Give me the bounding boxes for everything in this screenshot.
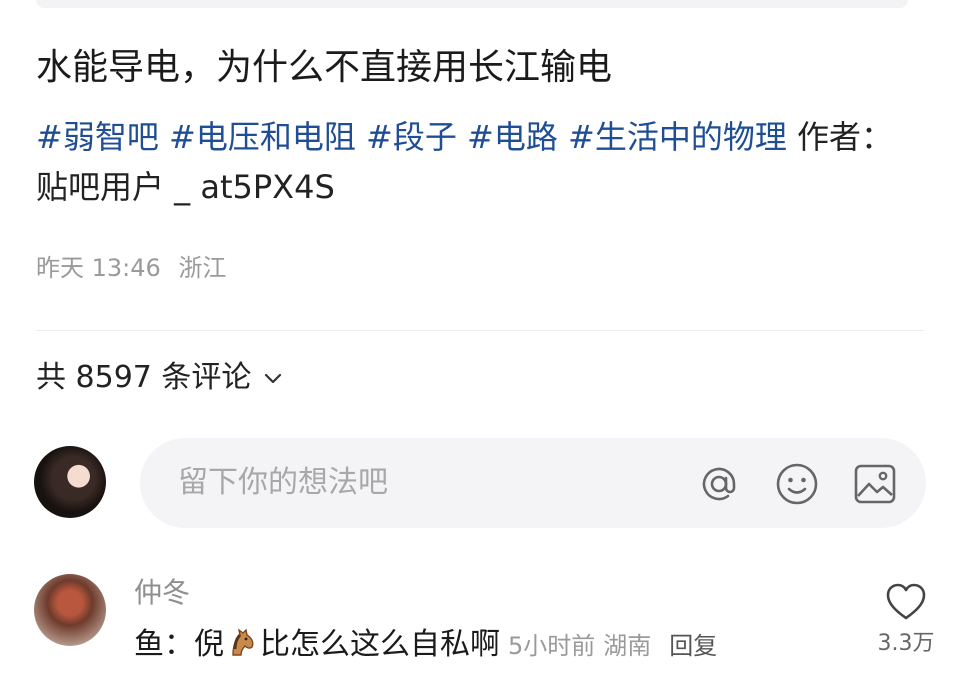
reply-button[interactable]: 回复 — [669, 626, 717, 661]
author-name[interactable]: 贴吧用户 _ at5PX4S — [36, 168, 335, 206]
comment-sort-toggle[interactable]: 共 8597 条评论 — [36, 356, 283, 400]
horse-emoji — [226, 626, 258, 670]
post-title: 水能导电，为什么不直接用长江输电 — [36, 47, 613, 88]
comment-text: 鱼：倪 比怎么这么自私啊 — [134, 624, 500, 670]
author-prefix: 作者： — [797, 118, 894, 156]
comment-line: 鱼：倪 比怎么这么自私啊 5小时前 湖南 回复 — [134, 624, 717, 670]
post-time: 昨天 13:46 — [36, 254, 161, 282]
top-card-edge — [36, 0, 908, 8]
tag-link[interactable]: #弱智吧 — [36, 118, 159, 156]
tag-link[interactable]: #生活中的物理 — [568, 118, 787, 156]
commenter-avatar[interactable] — [34, 574, 106, 646]
chevron-down-icon — [263, 371, 283, 385]
comment-input-placeholder: 留下你的想法吧 — [178, 465, 388, 500]
image-icon[interactable] — [852, 461, 898, 507]
comment-time: 5小时前 — [508, 632, 596, 660]
emoji-icon[interactable] — [774, 461, 820, 507]
comment-text-after: 比怎么这么自私啊 — [260, 627, 500, 662]
tag-link[interactable]: #电路 — [467, 118, 558, 156]
commenter-name[interactable]: 仲冬 — [134, 574, 190, 612]
tag-link[interactable]: #电压和电阻 — [169, 118, 356, 156]
post-meta: 昨天 13:46 浙江 — [36, 252, 226, 284]
post-description: #弱智吧 #电压和电阻 #段子 #电路 #生活中的物理 作者： 贴吧用户 _ at… — [36, 112, 916, 212]
comment-count-label: 共 8597 条评论 — [36, 360, 252, 395]
tag-link[interactable]: #段子 — [366, 118, 457, 156]
heart-icon — [886, 583, 926, 620]
current-user-avatar[interactable] — [34, 446, 106, 518]
comment-location: 湖南 — [603, 632, 652, 660]
at-icon[interactable] — [696, 461, 742, 507]
post-location: 浙江 — [178, 254, 227, 282]
divider — [36, 330, 924, 331]
comment-input[interactable]: 留下你的想法吧 — [140, 438, 926, 528]
like-button[interactable]: 3.3万 — [876, 582, 936, 678]
comment-text-before: 鱼：倪 — [134, 627, 224, 662]
like-count: 3.3万 — [877, 631, 935, 656]
